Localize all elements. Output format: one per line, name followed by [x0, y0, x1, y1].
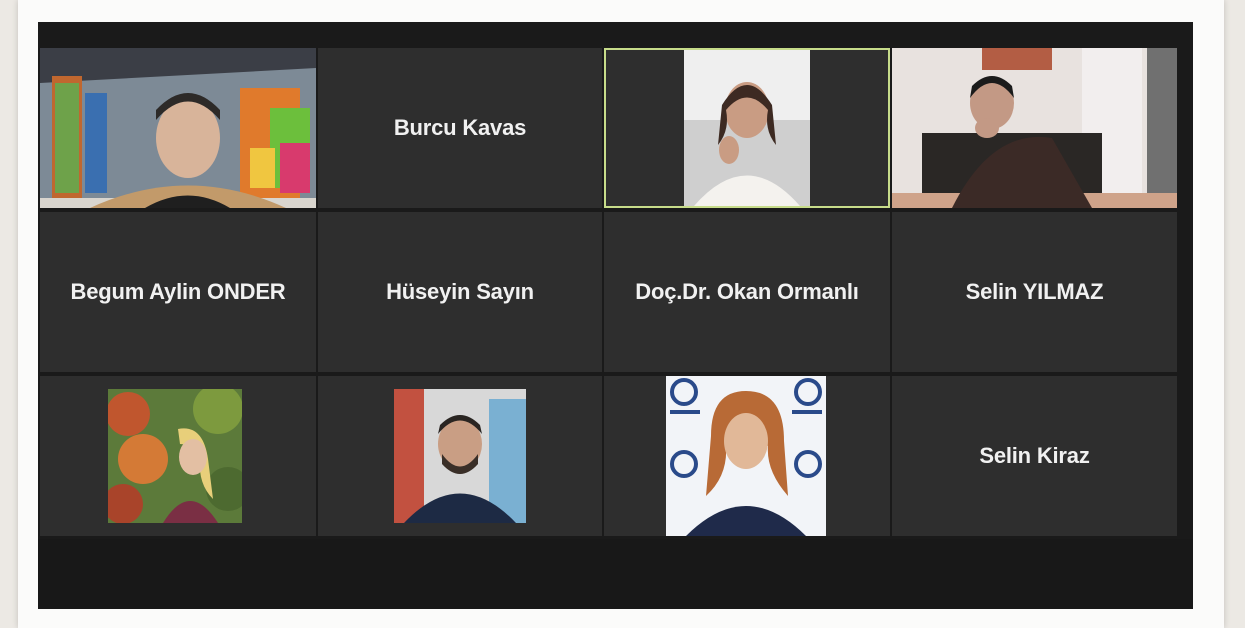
participant-profile-picture: [394, 389, 526, 523]
participant-tile-profile-photo-woman[interactable]: [40, 376, 316, 536]
participant-name: Begum Aylin ONDER: [70, 279, 286, 304]
participant-tile-profile-photo-man[interactable]: [318, 376, 602, 536]
participant-tile-selin-kiraz[interactable]: Selin Kiraz: [892, 376, 1177, 536]
video-meeting-window: Burcu Kavas Begum Aylin ONDER Hüseyin Sa…: [38, 22, 1193, 609]
participant-name: Selin YILMAZ: [965, 279, 1104, 304]
participant-name: Selin Kiraz: [979, 443, 1090, 468]
participant-video-feed: [40, 48, 316, 208]
participant-tile-profile-photo-woman-2[interactable]: [604, 376, 890, 536]
participant-tile-video-young-man[interactable]: [892, 48, 1177, 208]
participant-video-feed: [684, 50, 810, 206]
participant-tile-okan-ormanli[interactable]: Doç.Dr. Okan Ormanlı: [604, 212, 890, 372]
participant-name: Burcu Kavas: [393, 115, 527, 140]
participant-tile-huseyin-sayin[interactable]: Hüseyin Sayın: [318, 212, 602, 372]
participant-tile-video-office-man[interactable]: [40, 48, 316, 208]
participant-tile-selin-yilmaz[interactable]: Selin YILMAZ: [892, 212, 1177, 372]
participant-video-feed: [892, 48, 1177, 208]
participant-gallery-grid: Burcu Kavas Begum Aylin ONDER Hüseyin Sa…: [40, 48, 1177, 536]
participant-tile-burcu-kavas[interactable]: Burcu Kavas: [318, 48, 602, 208]
participant-profile-picture: [666, 376, 826, 536]
participant-name: Hüseyin Sayın: [386, 279, 534, 304]
participant-tile-begum-aylin-onder[interactable]: Begum Aylin ONDER: [40, 212, 316, 372]
participant-profile-picture: [108, 389, 242, 523]
participant-name: Doç.Dr. Okan Ormanlı: [635, 279, 859, 304]
meeting-toolbar-area: [38, 539, 1193, 609]
participant-tile-active-speaker[interactable]: [604, 48, 890, 208]
